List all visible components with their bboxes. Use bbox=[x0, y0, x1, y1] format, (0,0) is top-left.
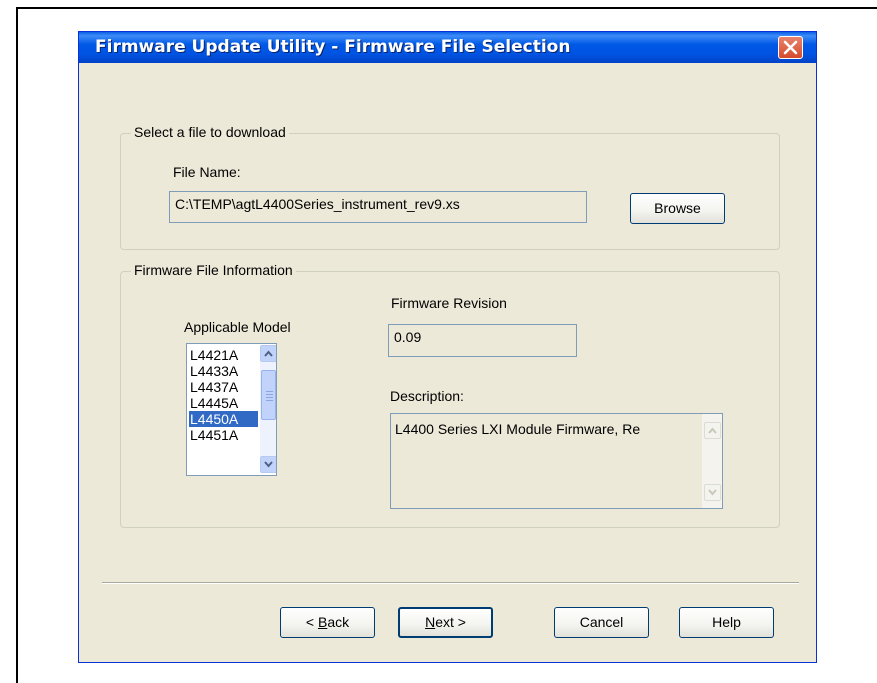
back-label-accel: B bbox=[317, 614, 328, 630]
file-name-label: File Name: bbox=[173, 164, 241, 180]
chevron-down-icon bbox=[264, 461, 273, 468]
window-title: Firmware Update Utility - Firmware File … bbox=[95, 37, 571, 57]
description-label: Description: bbox=[390, 388, 464, 404]
description-scroll-up-button[interactable] bbox=[704, 422, 721, 439]
model-scroll-down-button[interactable] bbox=[260, 456, 276, 473]
title-bar[interactable]: Firmware Update Utility - Firmware File … bbox=[79, 32, 816, 63]
chevron-up-icon bbox=[708, 427, 717, 434]
description-scrollbar[interactable] bbox=[702, 414, 722, 508]
file-select-legend: Select a file to download bbox=[131, 124, 289, 140]
cancel-button[interactable]: Cancel bbox=[554, 607, 649, 638]
model-item[interactable]: L4421A bbox=[189, 347, 258, 363]
file-name-value: C:\TEMP\agtL4400Series_instrument_rev9.x… bbox=[175, 196, 460, 212]
back-label-prefix: < bbox=[305, 614, 318, 630]
description-box[interactable]: L4400 Series LXI Module Firmware, Re bbox=[390, 413, 723, 509]
firmware-revision-label: Firmware Revision bbox=[391, 295, 507, 311]
applicable-model-label: Applicable Model bbox=[184, 319, 291, 335]
description-value: L4400 Series LXI Module Firmware, Re bbox=[395, 421, 641, 437]
dialog-window: Firmware Update Utility - Firmware File … bbox=[78, 31, 817, 663]
model-item[interactable]: L4433A bbox=[189, 363, 258, 379]
model-item[interactable]: L4437A bbox=[189, 379, 258, 395]
model-item-selected[interactable]: L4450A bbox=[189, 411, 258, 427]
firmware-revision-field: 0.09 bbox=[388, 324, 577, 357]
firmware-info-legend: Firmware File Information bbox=[131, 262, 296, 278]
browse-label: Browse bbox=[654, 200, 701, 216]
model-listbox[interactable]: L4421A L4433A L4437A L4445A L4450A L4451… bbox=[186, 343, 277, 476]
model-scroll-up-button[interactable] bbox=[260, 345, 276, 362]
back-label-rest: ack bbox=[327, 614, 350, 630]
model-item[interactable]: L4445A bbox=[189, 395, 258, 411]
footer-separator bbox=[102, 582, 799, 584]
description-scroll-down-button[interactable] bbox=[704, 484, 721, 501]
cancel-label: Cancel bbox=[579, 614, 624, 630]
chevron-up-icon bbox=[264, 350, 273, 357]
next-label-accel: N bbox=[425, 614, 436, 630]
help-button[interactable]: Help bbox=[679, 607, 774, 638]
browse-button[interactable]: Browse bbox=[630, 193, 725, 224]
next-button[interactable]: Next > bbox=[398, 607, 493, 638]
next-label-rest: ext > bbox=[435, 614, 466, 630]
model-scroll-thumb[interactable] bbox=[261, 370, 276, 420]
firmware-revision-value: 0.09 bbox=[394, 329, 422, 345]
close-icon bbox=[783, 40, 798, 55]
close-button[interactable] bbox=[778, 36, 803, 59]
chevron-down-icon bbox=[708, 489, 717, 496]
file-name-field[interactable]: C:\TEMP\agtL4400Series_instrument_rev9.x… bbox=[169, 191, 587, 223]
back-button[interactable]: < Back bbox=[280, 607, 375, 638]
help-label: Help bbox=[712, 614, 741, 630]
model-item[interactable]: L4451A bbox=[189, 427, 258, 443]
